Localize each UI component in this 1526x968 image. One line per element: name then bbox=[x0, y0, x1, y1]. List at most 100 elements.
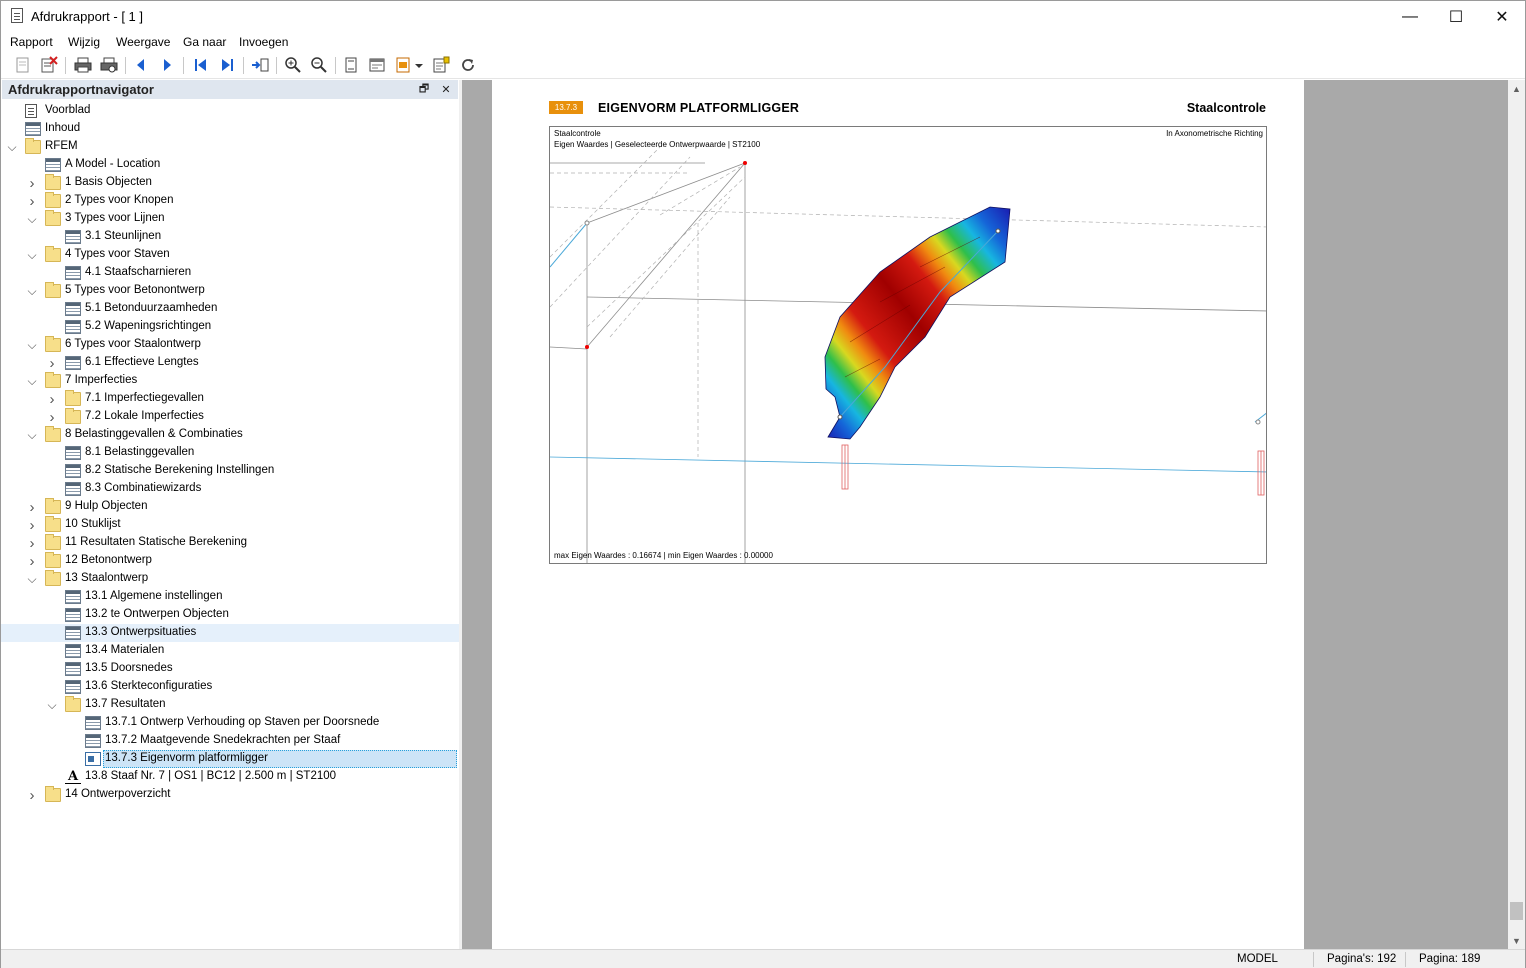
tree-item[interactable]: › 2 Types voor Knopen bbox=[1, 192, 459, 210]
collapse-chevron-icon[interactable]: ⌵ bbox=[25, 428, 39, 442]
collapse-chevron-icon[interactable]: ⌵ bbox=[25, 374, 39, 388]
tree-item[interactable]: ⌵ RFEM bbox=[1, 138, 459, 156]
scroll-up-icon[interactable]: ▲ bbox=[1508, 80, 1525, 97]
page-icon bbox=[25, 104, 37, 118]
previous-page-icon[interactable] bbox=[131, 55, 151, 75]
scroll-thumb[interactable] bbox=[1510, 902, 1523, 920]
tree-item[interactable]: › 7.2 Lokale Imperfecties bbox=[1, 408, 459, 426]
menu-rapport[interactable]: Rapport bbox=[10, 35, 53, 49]
tree-item[interactable]: 5.2 Wapeningsrichtingen bbox=[1, 318, 459, 336]
tree-item[interactable]: A Model - Location bbox=[1, 156, 459, 174]
tree-item[interactable]: Voorblad bbox=[1, 102, 459, 120]
tree-item-label: 10 Stuklijst bbox=[65, 518, 121, 530]
table-icon bbox=[65, 320, 81, 334]
tree-item[interactable]: 13.2 te Ontwerpen Objecten bbox=[1, 606, 459, 624]
tree-item-label: 13.2 te Ontwerpen Objecten bbox=[85, 608, 229, 620]
tree-item[interactable]: 4.1 Staafscharnieren bbox=[1, 264, 459, 282]
tree-item-label: 8 Belastinggevallen & Combinaties bbox=[65, 428, 243, 440]
tree-item[interactable]: 13.7.2 Maatgevende Snedekrachten per Sta… bbox=[1, 732, 459, 750]
tree-item[interactable]: 8.2 Statische Berekening Instellingen bbox=[1, 462, 459, 480]
close-button[interactable]: ✕ bbox=[1479, 1, 1525, 32]
vertical-scrollbar[interactable]: ▲ ▼ bbox=[1508, 80, 1525, 949]
tree-item[interactable]: › 9 Hulp Objecten bbox=[1, 498, 459, 516]
folder-icon bbox=[45, 210, 61, 226]
tree-item[interactable]: › 14 Ontwerpoverzicht bbox=[1, 786, 459, 804]
print-icon[interactable] bbox=[73, 55, 93, 75]
tree-item[interactable]: › 10 Stuklijst bbox=[1, 516, 459, 534]
pin-icon[interactable]: 🗗 bbox=[416, 81, 432, 97]
dropdown-icon[interactable] bbox=[413, 55, 425, 75]
menu-invoegen[interactable]: Invoegen bbox=[239, 35, 288, 49]
tree-item[interactable]: A 13.8 Staaf Nr. 7 | OS1 | BC12 | 2.500 m… bbox=[1, 768, 459, 786]
tree-item[interactable]: ⌵ 6 Types voor Staalontwerp bbox=[1, 336, 459, 354]
next-page-icon[interactable] bbox=[157, 55, 177, 75]
zoom-in-icon[interactable] bbox=[283, 55, 303, 75]
tree-item[interactable]: › 7.1 Imperfectiegevallen bbox=[1, 390, 459, 408]
expand-chevron-icon[interactable]: › bbox=[25, 553, 39, 570]
collapse-chevron-icon[interactable]: ⌵ bbox=[25, 572, 39, 586]
tree-item[interactable]: 8.3 Combinatiewizards bbox=[1, 480, 459, 498]
refresh-icon[interactable] bbox=[458, 55, 478, 75]
close-panel-icon[interactable]: ✕ bbox=[438, 81, 454, 97]
collapse-chevron-icon[interactable]: ⌵ bbox=[45, 698, 59, 712]
figure-view-direction: In Axonometrische Richting bbox=[1166, 129, 1263, 138]
tree-item-label: 6.1 Effectieve Lengtes bbox=[85, 356, 199, 368]
goto-page-icon[interactable] bbox=[250, 55, 270, 75]
tree-item[interactable]: 13.5 Doorsnedes bbox=[1, 660, 459, 678]
tree-item[interactable]: › 11 Resultaten Statische Berekening bbox=[1, 534, 459, 552]
tree-item[interactable]: 13.7.1 Ontwerp Verhouding op Staven per … bbox=[1, 714, 459, 732]
menu-ga-naar[interactable]: Ga naar bbox=[183, 35, 226, 49]
tree-item-label: Voorblad bbox=[45, 104, 91, 116]
expand-chevron-icon[interactable]: › bbox=[25, 193, 39, 210]
tree-item[interactable]: 13.7.3 Eigenvorm platformligger bbox=[1, 750, 459, 768]
expand-chevron-icon[interactable]: › bbox=[45, 391, 59, 408]
collapse-chevron-icon[interactable]: ⌵ bbox=[25, 338, 39, 352]
tree-item[interactable]: 5.1 Betonduurzaamheden bbox=[1, 300, 459, 318]
tree-item[interactable]: ⌵ 8 Belastinggevallen & Combinaties bbox=[1, 426, 459, 444]
properties-icon[interactable] bbox=[431, 55, 451, 75]
collapse-chevron-icon[interactable]: ⌵ bbox=[5, 140, 19, 154]
delete-report-icon[interactable] bbox=[39, 55, 59, 75]
tree-item-label: 8.2 Statische Berekening Instellingen bbox=[85, 464, 275, 476]
zoom-out-icon[interactable] bbox=[309, 55, 329, 75]
collapse-chevron-icon[interactable]: ⌵ bbox=[25, 248, 39, 262]
folder-icon bbox=[25, 138, 41, 154]
export-icon[interactable] bbox=[393, 55, 413, 75]
expand-chevron-icon[interactable]: › bbox=[25, 517, 39, 534]
tree-item[interactable]: 13.6 Sterkteconfiguraties bbox=[1, 678, 459, 696]
tree-item[interactable]: ⌵ 7 Imperfecties bbox=[1, 372, 459, 390]
maximize-button[interactable]: ☐ bbox=[1433, 1, 1479, 32]
tree-item[interactable]: 8.1 Belastinggevallen bbox=[1, 444, 459, 462]
first-page-icon[interactable] bbox=[191, 55, 211, 75]
last-page-icon[interactable] bbox=[217, 55, 237, 75]
menu-weergave[interactable]: Weergave bbox=[116, 35, 170, 49]
tree-item[interactable]: ⌵ 3 Types voor Lijnen bbox=[1, 210, 459, 228]
tree-item[interactable]: ⌵ 13.7 Resultaten bbox=[1, 696, 459, 714]
expand-chevron-icon[interactable]: › bbox=[25, 175, 39, 192]
collapse-chevron-icon[interactable]: ⌵ bbox=[25, 212, 39, 226]
tree-item[interactable]: 13.4 Materialen bbox=[1, 642, 459, 660]
tree-item[interactable]: ⌵ 4 Types voor Staven bbox=[1, 246, 459, 264]
scroll-down-icon[interactable]: ▼ bbox=[1508, 932, 1525, 949]
tree-item[interactable]: › 12 Betonontwerp bbox=[1, 552, 459, 570]
minimize-button[interactable]: — bbox=[1387, 1, 1433, 32]
expand-chevron-icon[interactable]: › bbox=[45, 409, 59, 426]
expand-chevron-icon[interactable]: › bbox=[25, 535, 39, 552]
page-setup-icon[interactable] bbox=[367, 55, 387, 75]
new-report-icon[interactable] bbox=[13, 55, 33, 75]
expand-chevron-icon[interactable]: › bbox=[25, 499, 39, 516]
tree-item[interactable]: Inhoud bbox=[1, 120, 459, 138]
tree-item[interactable]: 3.1 Steunlijnen bbox=[1, 228, 459, 246]
expand-chevron-icon[interactable]: › bbox=[45, 355, 59, 372]
tree-item[interactable]: 13.3 Ontwerpsituaties bbox=[1, 624, 459, 642]
fit-page-icon[interactable] bbox=[341, 55, 361, 75]
tree-item[interactable]: ⌵ 5 Types voor Betonontwerp bbox=[1, 282, 459, 300]
tree-item[interactable]: 13.1 Algemene instellingen bbox=[1, 588, 459, 606]
tree-item[interactable]: ⌵ 13 Staalontwerp bbox=[1, 570, 459, 588]
tree-item[interactable]: › 1 Basis Objecten bbox=[1, 174, 459, 192]
menu-wijzig[interactable]: Wijzig bbox=[68, 35, 100, 49]
collapse-chevron-icon[interactable]: ⌵ bbox=[25, 284, 39, 298]
print-preview-icon[interactable] bbox=[99, 55, 119, 75]
tree-item[interactable]: › 6.1 Effectieve Lengtes bbox=[1, 354, 459, 372]
expand-chevron-icon[interactable]: › bbox=[25, 787, 39, 804]
